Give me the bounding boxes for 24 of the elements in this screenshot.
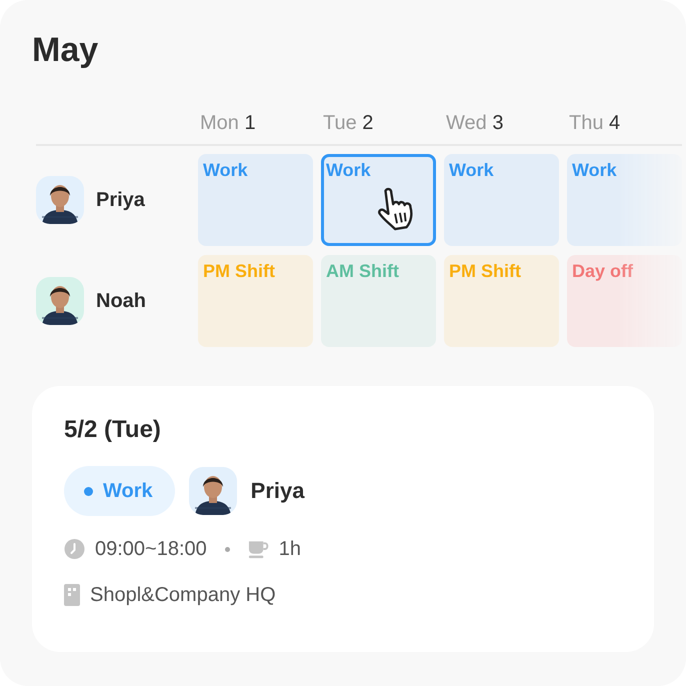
clock-icon [64,539,85,559]
shift-cell[interactable]: PM Shift [198,255,313,347]
location-name: Shopl&Company HQ [90,584,276,606]
day-header: Mon 1 [199,112,257,136]
shift-cell[interactable]: Work [444,154,559,246]
month-title: May [32,30,100,71]
shift-cell[interactable]: Work [321,154,436,246]
shift-cell[interactable]: AM Shift [321,255,436,347]
person-name: Noah [96,290,146,312]
building-icon [64,584,80,606]
break-duration: 1h [278,538,302,560]
person-name: Priya [96,188,145,212]
detail-date: 5/2 (Tue) [64,416,162,444]
shift-tag: Work [64,466,175,516]
person-name: Priya [250,478,304,504]
shift-time: 09:00~18:00 [95,538,207,560]
day-header: Tue 2 [322,112,374,136]
shift-cell[interactable]: Work [198,154,313,246]
shift-cell[interactable]: PM Shift [444,255,559,347]
shift-cell[interactable]: Day off [567,255,682,347]
day-header: Thu 4 [568,112,622,136]
shift-cell[interactable]: Work [567,154,682,246]
cup-icon [248,539,269,559]
day-header: Wed 3 [445,112,504,136]
